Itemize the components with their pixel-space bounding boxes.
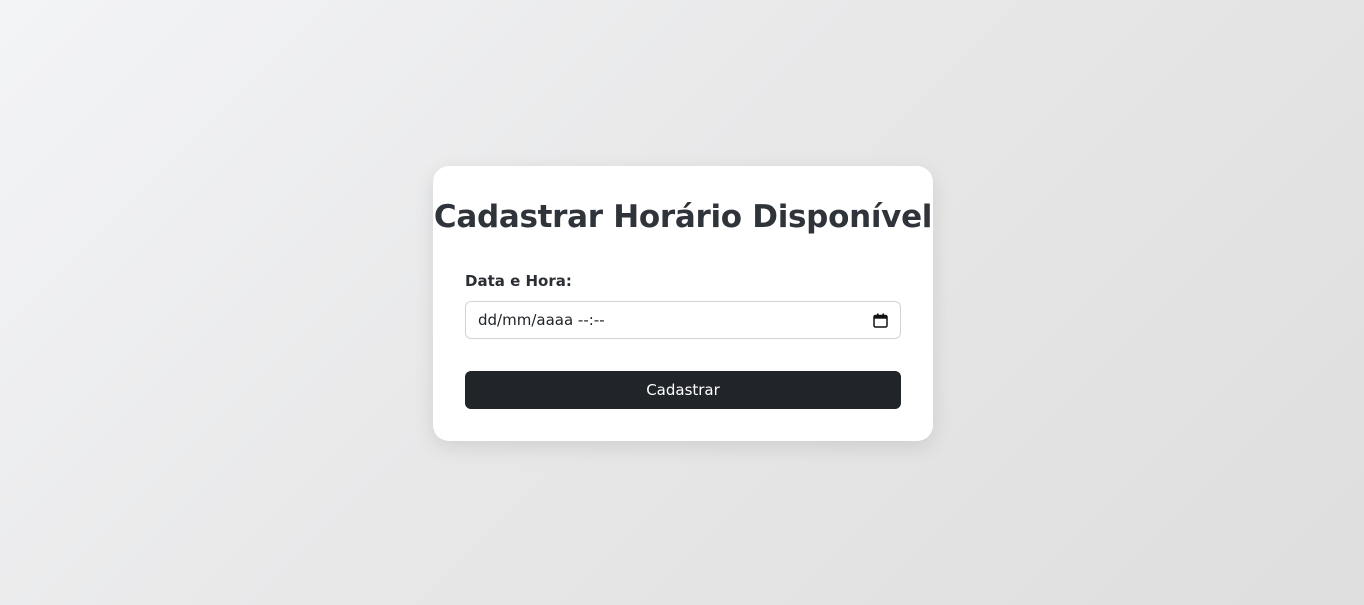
page-title: Cadastrar Horário Disponível — [433, 199, 933, 235]
form-card: Cadastrar Horário Disponível Data e Hora… — [433, 166, 933, 441]
datetime-input[interactable]: dd/mm/aaaa --:-- — [465, 301, 901, 339]
calendar-icon[interactable] — [872, 312, 888, 328]
datetime-input-placeholder: dd/mm/aaaa --:-- — [478, 311, 605, 329]
submit-button[interactable]: Cadastrar — [465, 371, 901, 409]
datetime-label: Data e Hora: — [465, 272, 572, 290]
